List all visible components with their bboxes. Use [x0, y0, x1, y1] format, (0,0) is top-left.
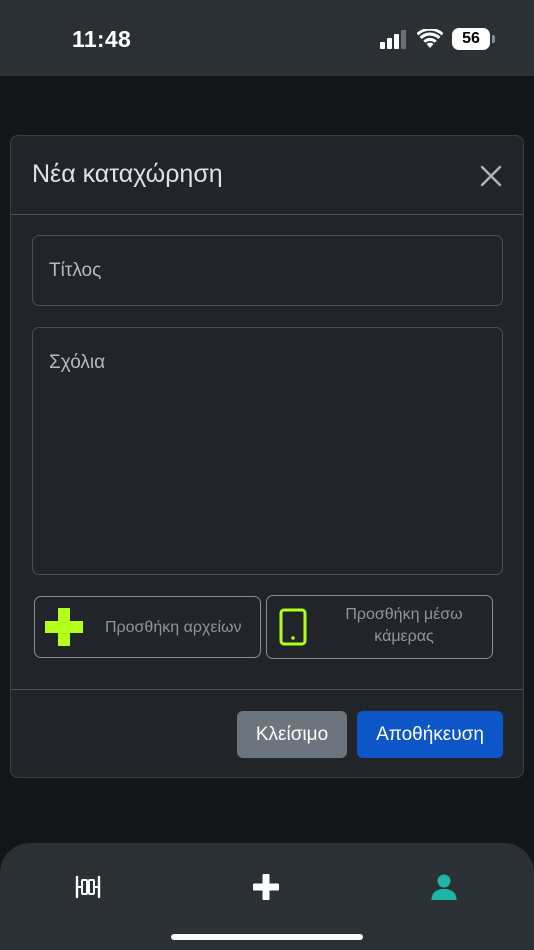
close-button[interactable]: Κλείσιμο [237, 711, 347, 758]
battery-icon: 56 [452, 28, 495, 50]
modal-title: Νέα καταχώρηση [32, 160, 223, 188]
person-icon [431, 874, 457, 900]
save-button[interactable]: Αποθήκευση [357, 711, 503, 758]
wifi-icon [417, 29, 443, 48]
vertical-split-icon [75, 875, 101, 899]
status-bar: 11:48 56 [0, 0, 534, 76]
tab-home[interactable] [68, 871, 108, 903]
close-icon [480, 165, 502, 187]
plus-icon [45, 608, 83, 646]
home-indicator [171, 934, 363, 940]
add-from-camera-button[interactable]: Προσθήκη μέσω κάμερας [266, 595, 493, 659]
tab-profile[interactable] [424, 871, 464, 903]
modal-header: Νέα καταχώρηση [11, 136, 523, 215]
add-from-camera-label: Προσθήκη μέσω κάμερας [329, 604, 479, 648]
modal-footer: Κλείσιμο Αποθήκευση [11, 689, 523, 779]
status-icons: 56 [380, 27, 495, 51]
add-files-button[interactable]: Προσθήκη αρχείων [34, 596, 261, 658]
add-from-camera-label-line1: Προσθήκη μέσω [345, 606, 463, 623]
comments-textarea[interactable] [32, 327, 503, 575]
add-from-camera-label-line2: κάμερας [374, 628, 434, 645]
title-input[interactable] [32, 235, 503, 306]
plus-icon [253, 874, 279, 900]
tab-add[interactable] [246, 871, 286, 903]
modal-close-button[interactable] [475, 160, 507, 192]
add-files-label: Προσθήκη αρχείων [105, 619, 242, 636]
new-entry-modal: Νέα καταχώρηση Προσθήκη αρχείων Προσθήκη… [10, 135, 524, 778]
phone-icon [279, 608, 307, 646]
status-time: 11:48 [72, 26, 132, 52]
signal-icon [380, 30, 406, 49]
